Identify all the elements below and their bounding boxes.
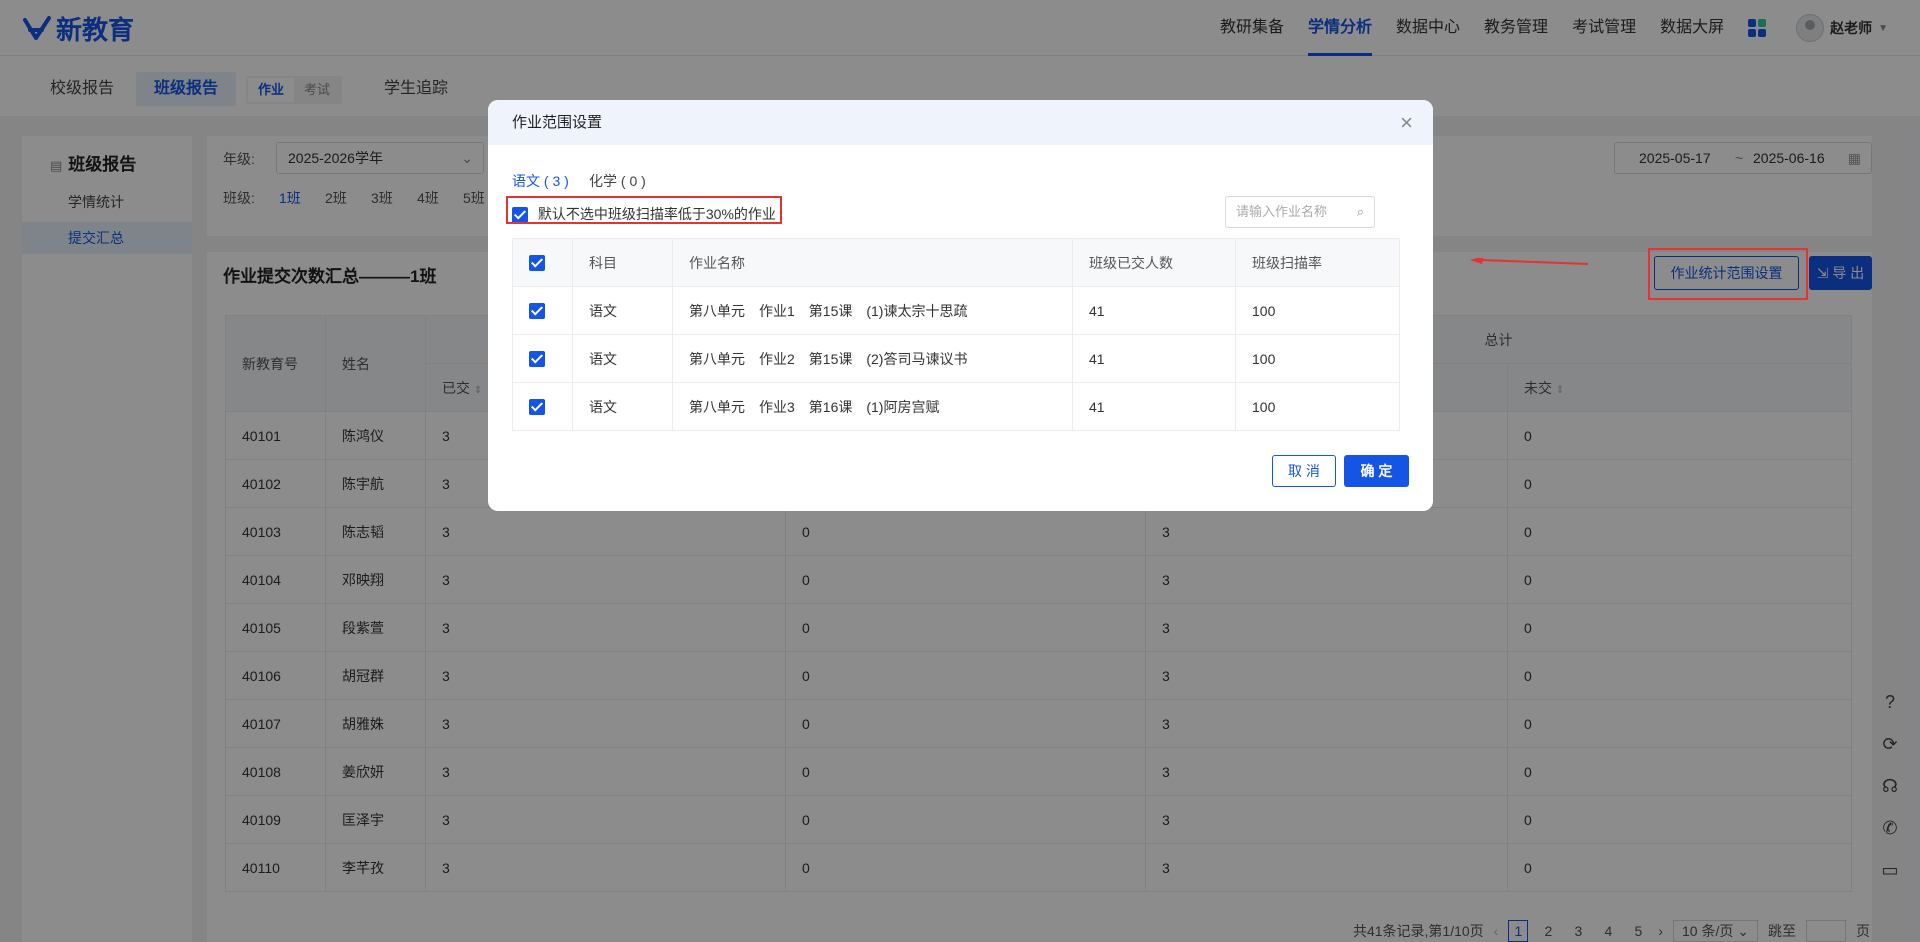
search-icon: ⌕ (1356, 204, 1364, 219)
col-header-submitted-count: 班级已交人数 (1072, 238, 1236, 287)
col-header-subject: 科目 (572, 238, 673, 287)
homework-row[interactable]: 语文 第八单元 作业1 第15课 (1)谏太宗十思疏 41 100 (512, 286, 1400, 335)
range-settings-modal: 作业范围设置 × 语文 ( 3 ) 化学 ( 0 ) 默认不选中班级扫描率低于3… (488, 100, 1433, 511)
homework-cell-rate: 100 (1235, 286, 1400, 335)
homework-row[interactable]: 语文 第八单元 作业2 第15课 (2)答司马谏议书 41 100 (512, 334, 1400, 383)
modal-header: 作业范围设置 × (488, 100, 1433, 145)
homework-cell-rate: 100 (1235, 382, 1400, 431)
homework-cell-name: 第八单元 作业2 第15课 (2)答司马谏议书 (672, 334, 1073, 383)
homework-cell-name: 第八单元 作业3 第16课 (1)阿房宫赋 (672, 382, 1073, 431)
homework-cell-count: 41 (1072, 334, 1236, 383)
confirm-button[interactable]: 确 定 (1344, 455, 1409, 487)
col-header-homework-name: 作业名称 (672, 238, 1073, 287)
homework-cell-count: 41 (1072, 382, 1236, 431)
close-icon[interactable]: × (1400, 100, 1413, 145)
row-select-cell[interactable] (512, 334, 573, 383)
highlight-box-range-button (1648, 248, 1808, 300)
row-select-cell[interactable] (512, 286, 573, 335)
homework-cell-subject: 语文 (572, 382, 673, 431)
homework-table: 科目 作业名称 班级已交人数 班级扫描率 语文 第八单元 作业1 第15课 (1)… (512, 238, 1400, 431)
homework-row[interactable]: 语文 第八单元 作业3 第16课 (1)阿房宫赋 41 100 (512, 382, 1400, 431)
homework-cell-rate: 100 (1235, 334, 1400, 383)
homework-cell-name: 第八单元 作业1 第15课 (1)谏太宗十思疏 (672, 286, 1073, 335)
highlight-box-default-option (506, 196, 782, 224)
row-select-cell[interactable] (512, 382, 573, 431)
homework-cell-count: 41 (1072, 286, 1236, 335)
homework-cell-subject: 语文 (572, 334, 673, 383)
homework-search-input[interactable]: 请输入作业名称 ⌕ (1225, 196, 1375, 228)
modal-tab-chemistry[interactable]: 化学 ( 0 ) (589, 171, 646, 191)
row-checkbox[interactable] (529, 399, 545, 416)
col-header-scan-rate: 班级扫描率 (1235, 238, 1400, 287)
homework-cell-subject: 语文 (572, 286, 673, 335)
cancel-button[interactable]: 取 消 (1272, 455, 1336, 487)
modal-tab-chinese[interactable]: 语文 ( 3 ) (512, 171, 569, 191)
select-all-checkbox[interactable] (529, 255, 545, 272)
annotation-arrow-icon (1470, 258, 1589, 265)
row-checkbox[interactable] (529, 303, 545, 320)
row-checkbox[interactable] (529, 351, 545, 368)
select-all-cell[interactable] (512, 238, 573, 287)
modal-title: 作业范围设置 (512, 114, 603, 131)
